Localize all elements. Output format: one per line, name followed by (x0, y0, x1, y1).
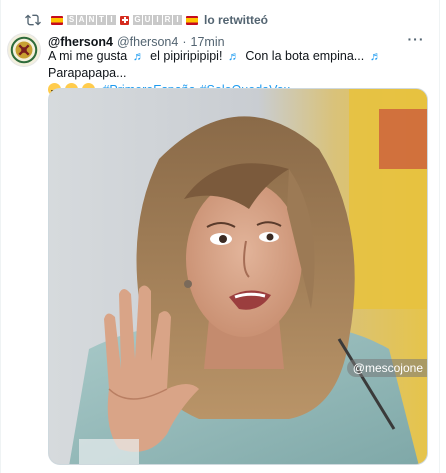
retweet-icon (25, 14, 41, 26)
swiss-flag-icon (120, 15, 129, 25)
more-icon[interactable]: ··· (407, 32, 425, 48)
avatar[interactable] (7, 33, 41, 67)
boxed-name-1: S A N T I (67, 15, 116, 25)
user-handle[interactable]: @fherson4 (117, 35, 178, 49)
tweet-text-part: el pipiripipipi! (150, 49, 223, 63)
timestamp[interactable]: 17min (191, 35, 225, 49)
tweet-card[interactable]: S A N T I G U I R I lo retwitteó @fherso… (0, 0, 440, 473)
retweet-context[interactable]: S A N T I G U I R I lo retwitteó (25, 10, 268, 30)
tweet-text-part: Parapapapa... (48, 66, 127, 80)
avatar-emblem-icon (8, 34, 40, 66)
musical-notes-icon: ♬ (227, 49, 240, 63)
photo-illustration (49, 89, 427, 464)
spain-flag-icon (186, 15, 198, 25)
media-watermark: @mescojone (346, 359, 427, 377)
separator-dot: · (182, 35, 187, 49)
musical-notes-icon: ♬ (369, 49, 382, 63)
display-name[interactable]: @fherson4 (48, 35, 113, 49)
retweet-label[interactable]: lo retwitteó (204, 13, 268, 27)
tweet-media-image[interactable]: @mescojone (48, 88, 428, 465)
tweet-text-part: Con la bota empina... (245, 49, 365, 63)
spain-flag-icon (51, 15, 63, 25)
musical-notes-icon: ♬ (132, 49, 145, 63)
boxed-name-2: G U I R I (133, 15, 182, 25)
tweet-text-part: A mi me gusta (48, 49, 128, 63)
